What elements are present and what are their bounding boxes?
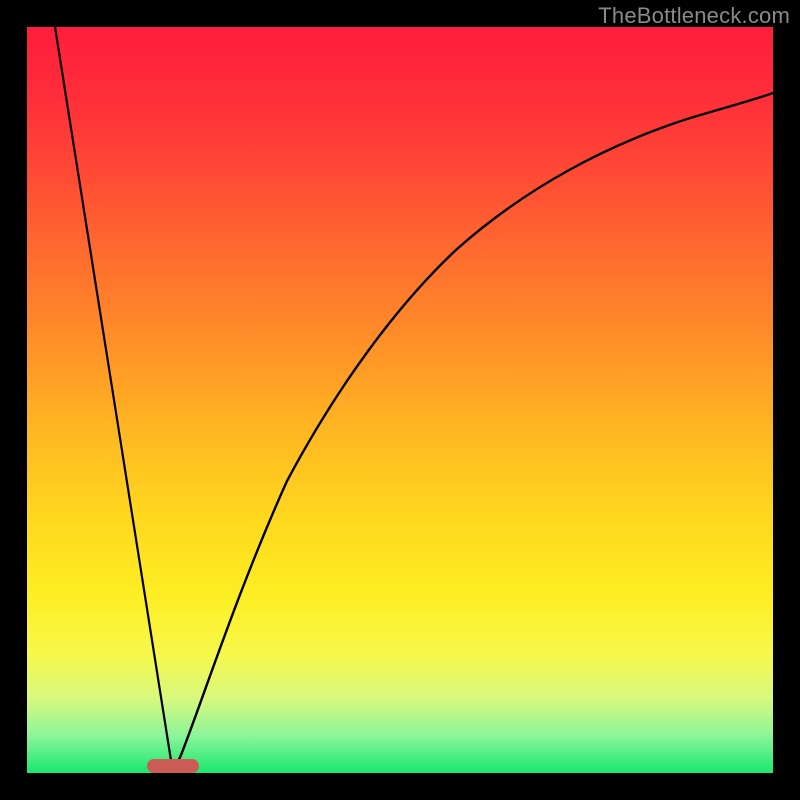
plot-area: [27, 27, 773, 773]
watermark-text: TheBottleneck.com: [598, 3, 790, 29]
bottleneck-marker: [147, 759, 199, 773]
